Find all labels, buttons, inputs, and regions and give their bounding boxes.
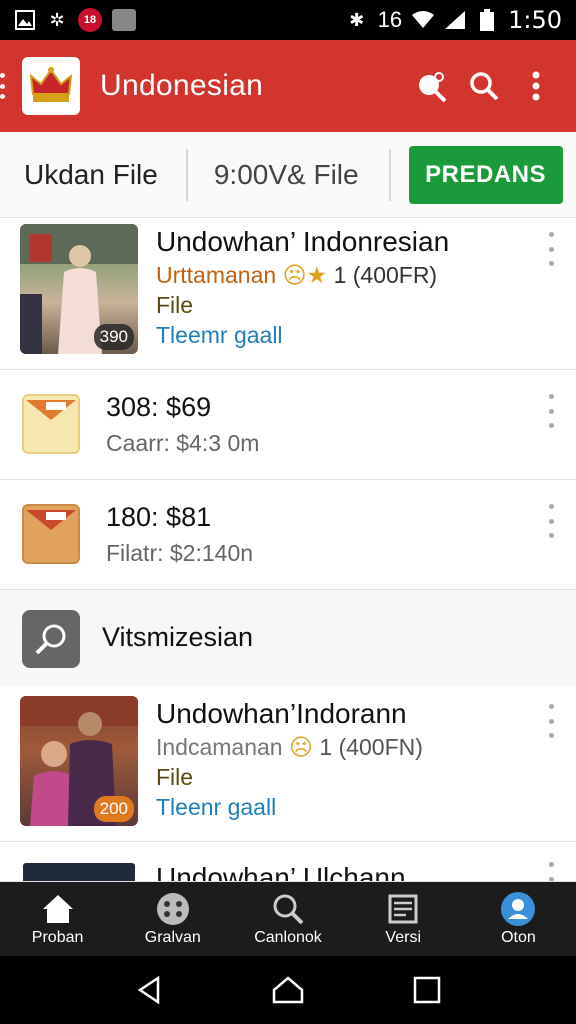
item-menu-icon[interactable] — [542, 504, 560, 538]
nav-item-search[interactable]: Canlonok — [230, 882, 345, 956]
item-menu-icon[interactable] — [542, 232, 560, 266]
profile-icon — [500, 891, 536, 927]
cell-signal-icon — [444, 9, 466, 31]
list-item[interactable]: 308: $69 Caarr: $4:3 0m — [0, 370, 576, 480]
envelope-icon — [22, 394, 80, 454]
nav-item-news[interactable]: Versi — [346, 882, 461, 956]
crown-logo-icon — [22, 57, 80, 115]
listing-title: Undowhan’ Ulchann — [156, 862, 406, 882]
item-menu-icon[interactable] — [542, 704, 560, 738]
magnifier-icon — [22, 610, 80, 668]
list-item[interactable]: 390 Undowhan’ Indonresian Urttamanan ☹★ … — [0, 218, 576, 370]
listing-link[interactable]: Tleemr gaall — [156, 322, 283, 349]
signal-text: 16 — [377, 7, 403, 32]
star-icon: ★ — [306, 262, 328, 288]
listing-rating: 1 (400FN) — [319, 734, 423, 760]
nav-label: Versi — [385, 929, 421, 946]
price-detail: Caarr: $4:3 0m — [106, 430, 260, 456]
nav-item-grid[interactable]: Gralvan — [115, 882, 230, 956]
settings-icon: ✲ — [49, 9, 65, 30]
list-item[interactable]: Undowhan’ Ulchann — [0, 842, 576, 882]
nav-item-profile[interactable]: Oton — [461, 882, 576, 956]
search-icon[interactable] — [458, 60, 510, 112]
listing-category: Indcamanan — [156, 734, 283, 760]
battery-icon — [476, 9, 498, 31]
listing-thumbnail: 200 — [20, 696, 138, 826]
emoji-face-icon: ☹ — [288, 734, 313, 760]
nav-label: Proban — [31, 929, 84, 946]
nav-item-home[interactable]: Proban — [0, 882, 115, 956]
grid-dots-icon — [155, 891, 191, 927]
voice-search-icon[interactable] — [406, 60, 458, 112]
listing-title: Undowhan’ Indonresian — [156, 226, 450, 257]
filter-bar: Ukdan File 9:00V& File PREDANS — [0, 132, 576, 218]
bottom-navigation: Proban Gralvan Canlonok Versi Oton — [0, 882, 576, 956]
news-icon — [385, 891, 421, 927]
gallery-icon — [14, 9, 36, 31]
home-icon — [40, 891, 76, 927]
listing-type: File — [156, 292, 194, 318]
list-item[interactable]: 180: $81 Filatr: $2:140n — [0, 480, 576, 590]
envelope-icon — [22, 504, 80, 564]
predans-button[interactable]: PREDANS — [408, 145, 563, 204]
home-button-icon[interactable] — [268, 970, 308, 1010]
search-icon — [270, 891, 306, 927]
overflow-menu-icon[interactable] — [510, 60, 562, 112]
thumbnail-badge: 200 — [93, 796, 134, 822]
item-menu-icon[interactable] — [542, 862, 560, 881]
thumbnail-badge: 390 — [93, 324, 134, 350]
listing-category: Urttamanan — [156, 262, 277, 288]
back-icon[interactable] — [129, 970, 169, 1010]
listing-title: Undowhan’Indorann — [156, 698, 407, 729]
listing-thumbnail — [20, 860, 138, 881]
price-title: 308: $69 — [106, 392, 212, 422]
recents-icon[interactable] — [407, 970, 447, 1010]
notification-badge: 18 — [78, 8, 102, 32]
emoji-face-icon: ☹ — [282, 262, 307, 288]
section-title: Vitsmizesian — [102, 622, 254, 652]
app-notification-icon — [112, 9, 136, 31]
filter-tab-time[interactable]: 9:00V& File — [188, 159, 359, 191]
listing-subtitle: Urttamanan ☹★ 1 (400FR) — [156, 262, 437, 289]
price-title: 180: $81 — [106, 502, 212, 532]
wifi-icon — [412, 9, 435, 31]
price-detail: Filatr: $2:140n — [106, 540, 254, 566]
listing-rating: 1 (400FR) — [333, 262, 438, 288]
listing-link[interactable]: Tleenr gaall — [156, 794, 276, 821]
divider — [388, 148, 391, 201]
section-header: Vitsmizesian — [0, 590, 576, 686]
listing-type: File — [156, 764, 194, 790]
app-bar: Undonesian — [0, 40, 576, 132]
listing-thumbnail: 390 — [20, 224, 138, 354]
nav-label: Oton — [501, 929, 536, 946]
nav-label: Gralvan — [144, 929, 201, 946]
bluetooth-icon: ✱ — [349, 9, 365, 30]
item-menu-icon[interactable] — [542, 394, 560, 428]
clock: 1:50 — [508, 6, 562, 34]
drawer-handle-icon[interactable] — [0, 73, 6, 99]
status-bar: ✲ 18 ✱ 16 1:50 — [0, 0, 576, 40]
filter-tab-file[interactable]: Ukdan File — [0, 159, 158, 191]
system-navigation-bar — [0, 956, 576, 1024]
listing-subtitle: Indcamanan ☹ 1 (400FN) — [156, 734, 423, 761]
nav-label: Canlonok — [254, 929, 322, 946]
list-item[interactable]: 200 Undowhan’Indorann Indcamanan ☹ 1 (40… — [0, 686, 576, 842]
app-title: Undonesian — [100, 69, 264, 102]
